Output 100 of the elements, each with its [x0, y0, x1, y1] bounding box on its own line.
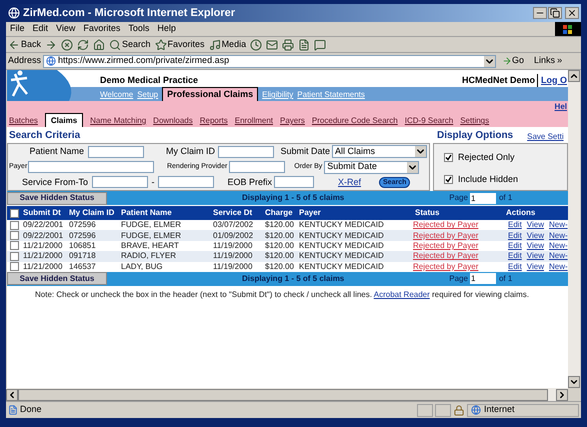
- minimize-icon[interactable]: [533, 7, 547, 19]
- stop-icon[interactable]: [61, 38, 74, 50]
- forward-arrow-icon[interactable]: [45, 38, 58, 50]
- row-checkbox[interactable]: [10, 231, 18, 240]
- action-link[interactable]: New-: [549, 240, 568, 252]
- scroll-down-icon[interactable]: [568, 376, 580, 388]
- sub-tab[interactable]: Name Matching: [90, 115, 146, 127]
- close-icon[interactable]: [565, 7, 579, 19]
- sub-tab[interactable]: Enrollment: [234, 115, 274, 127]
- action-link[interactable]: Edit: [508, 260, 522, 273]
- menu-item[interactable]: Help: [153, 22, 180, 36]
- acrobat-reader-link[interactable]: Acrobat Reader: [374, 290, 430, 299]
- page-field[interactable]: 1: [470, 273, 496, 284]
- go-button[interactable]: Go: [502, 54, 524, 68]
- range-dash: -: [150, 176, 156, 188]
- checkbox[interactable]: [444, 174, 453, 184]
- status-link[interactable]: Rejected by Payer: [413, 251, 478, 260]
- action-link[interactable]: View: [526, 230, 544, 242]
- status-link[interactable]: Rejected by Payer: [413, 240, 478, 250]
- toolbar-button[interactable]: Search: [109, 38, 151, 52]
- xref-link[interactable]: X-Ref: [338, 176, 362, 189]
- save-hidden-status-button[interactable]: Save Hidden Status: [7, 272, 107, 286]
- scroll-left-icon[interactable]: [6, 388, 18, 400]
- select-all-checkbox[interactable]: [10, 208, 18, 218]
- action-link[interactable]: New-: [549, 260, 568, 273]
- status-link[interactable]: Rejected by Payer: [413, 262, 478, 271]
- page-field[interactable]: 1: [470, 192, 496, 204]
- status-link[interactable]: Rejected by Payer: [413, 230, 478, 240]
- row-checkbox[interactable]: [10, 220, 18, 230]
- action-link[interactable]: Edit: [508, 219, 522, 232]
- patient-name-field[interactable]: [88, 146, 144, 158]
- page-total: of 1: [498, 272, 512, 285]
- payer-field[interactable]: [28, 161, 154, 173]
- date-to-field[interactable]: [158, 176, 214, 188]
- menu-item[interactable]: Favorites: [79, 22, 124, 36]
- document-icon[interactable]: [298, 38, 310, 50]
- save-settings-link[interactable]: Save Setti: [527, 131, 564, 143]
- mail-icon[interactable]: [266, 38, 278, 50]
- row-checkbox[interactable]: [10, 262, 18, 272]
- action-link[interactable]: View: [526, 219, 544, 232]
- action-link[interactable]: View: [526, 240, 544, 252]
- displaying-count: Displaying 1 - 5 of 5 claims: [242, 192, 344, 204]
- column-header: My Claim ID: [68, 207, 116, 219]
- chat-icon[interactable]: [314, 38, 326, 50]
- row-checkbox[interactable]: [10, 241, 18, 250]
- logout-link[interactable]: Log O: [541, 74, 567, 87]
- date-from-field[interactable]: [92, 176, 148, 188]
- sub-tab[interactable]: Batches: [9, 115, 38, 127]
- table-cell-text: 09/22/2001: [22, 230, 64, 242]
- table-cell-text: $120.00: [264, 219, 295, 232]
- address-field[interactable]: https://www.zirmed.com/private/zirmed.asp: [43, 54, 496, 68]
- sub-tab[interactable]: Procedure Code Search: [312, 115, 398, 127]
- menu-item[interactable]: File: [6, 22, 29, 36]
- action-link[interactable]: New-: [549, 250, 568, 262]
- action-link[interactable]: Edit: [508, 250, 522, 262]
- claim-id-field[interactable]: [218, 146, 274, 158]
- nav-tab[interactable]: Professional Claims: [162, 87, 258, 101]
- action-link[interactable]: View: [526, 250, 544, 262]
- toolbar-button[interactable]: Back: [8, 38, 42, 52]
- action-link[interactable]: New-: [549, 230, 568, 242]
- clock-icon[interactable]: [250, 38, 262, 50]
- table-cell-text: KENTUCKY MEDICAID: [298, 240, 385, 252]
- home-icon[interactable]: [93, 38, 106, 50]
- provider-field[interactable]: [229, 161, 286, 173]
- action-link[interactable]: View: [526, 260, 544, 273]
- toolbar-button[interactable]: Favorites: [154, 38, 205, 52]
- back-arrow-icon: [8, 38, 20, 50]
- sub-tab[interactable]: Downloads: [153, 115, 193, 127]
- dropdown[interactable]: All Claims: [332, 145, 427, 158]
- action-link[interactable]: New-: [549, 219, 568, 232]
- table-cell-text: $120.00: [264, 250, 295, 262]
- sub-tab[interactable]: Settings: [460, 115, 490, 127]
- scroll-right-icon[interactable]: [556, 388, 568, 400]
- vertical-scrollbar[interactable]: [568, 70, 580, 388]
- menu-item[interactable]: Tools: [124, 22, 154, 36]
- menu-item[interactable]: Edit: [28, 22, 52, 36]
- eob-prefix-field[interactable]: [274, 176, 314, 188]
- toolbar-button[interactable]: Media: [208, 38, 246, 52]
- refresh-icon[interactable]: [77, 38, 90, 50]
- printer-icon[interactable]: [282, 38, 294, 50]
- restore-icon[interactable]: [548, 7, 562, 19]
- action-link[interactable]: Edit: [508, 240, 522, 252]
- dropdown[interactable]: Submit Date: [324, 160, 420, 174]
- sub-tab[interactable]: Payers: [280, 115, 305, 127]
- sub-tab[interactable]: ICD-9 Search: [404, 115, 454, 127]
- menu-item[interactable]: View: [52, 22, 80, 36]
- save-hidden-status-button[interactable]: Save Hidden Status: [7, 192, 107, 204]
- sub-tab[interactable]: Claims: [44, 113, 84, 127]
- help-link[interactable]: Hel: [554, 101, 567, 113]
- status-link[interactable]: Rejected by Payer: [413, 220, 478, 230]
- checkbox[interactable]: [444, 153, 453, 162]
- sub-tab[interactable]: Reports: [200, 115, 228, 127]
- column-header: Patient Name: [120, 207, 173, 219]
- table-cell-text: KENTUCKY MEDICAID: [298, 260, 385, 273]
- table-cell-text: 091718: [68, 250, 97, 262]
- row-checkbox[interactable]: [10, 252, 18, 261]
- table-cell-text: FUDGE, ELMER: [120, 230, 182, 242]
- scroll-up-icon[interactable]: [568, 70, 580, 82]
- links-button[interactable]: Links: [534, 54, 556, 68]
- action-link[interactable]: Edit: [508, 230, 522, 242]
